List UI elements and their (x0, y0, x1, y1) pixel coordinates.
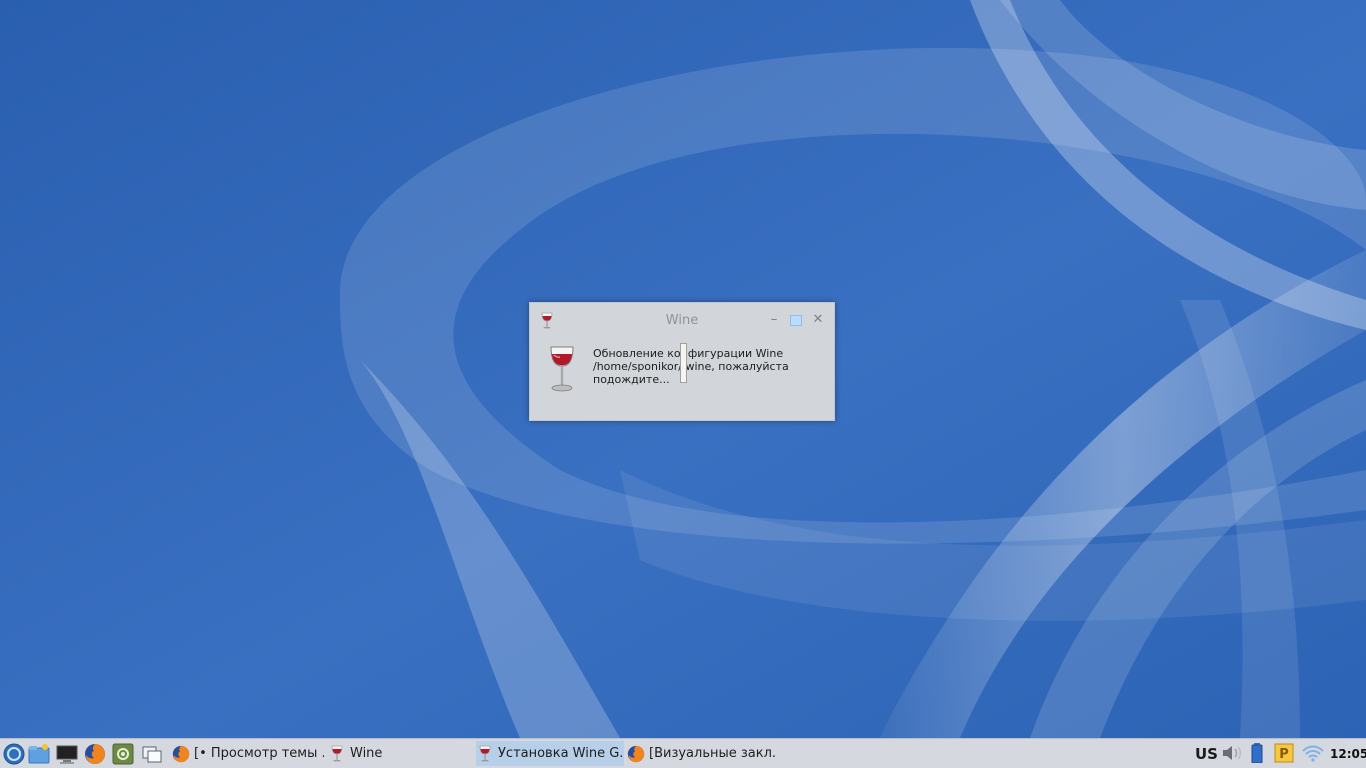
wine-dialog: Wine – ✕ Обновление конфигурации Wine /h… (529, 302, 835, 421)
taskbar: [• Просмотр темы ... Wine Установка Wine… (0, 738, 1366, 768)
firefox-icon (627, 745, 645, 762)
firefox-icon[interactable] (84, 743, 106, 765)
battery-icon[interactable] (1250, 743, 1264, 763)
monitor-icon[interactable] (56, 743, 78, 765)
wifi-icon[interactable] (1301, 743, 1325, 763)
task-label: Установка Wine G... (498, 746, 624, 761)
system-settings-icon[interactable] (112, 743, 134, 765)
task-label: Wine (350, 746, 383, 761)
maximize-button[interactable] (789, 313, 803, 327)
wine-glass-icon (550, 346, 574, 392)
task-firefox-bookmarks[interactable]: [Визуальные закл... (627, 741, 777, 766)
keyboard-layout-indicator[interactable]: US (1195, 745, 1218, 763)
file-manager-icon[interactable] (28, 743, 50, 765)
svg-text:P: P (1279, 747, 1289, 762)
maximize-icon (790, 315, 802, 326)
clipboard-manager-icon[interactable]: P (1274, 743, 1294, 763)
text-cursor (680, 343, 687, 383)
dialog-titlebar[interactable]: Wine – ✕ (530, 303, 834, 337)
firefox-icon (172, 745, 190, 762)
task-label: [• Просмотр темы ... (194, 746, 324, 761)
task-wine[interactable]: Wine (328, 741, 468, 766)
window-switcher-icon[interactable] (141, 743, 163, 765)
wine-glass-icon (331, 745, 343, 761)
task-label: [Визуальные закл... (649, 746, 777, 761)
volume-icon[interactable] (1221, 743, 1243, 763)
dialog-message: Обновление конфигурации Wine /home/sponi… (593, 347, 789, 386)
start-menu-icon[interactable] (3, 743, 25, 765)
minimize-button[interactable]: – (767, 313, 781, 327)
task-wine-install[interactable]: Установка Wine G... (476, 741, 624, 766)
close-button[interactable]: ✕ (811, 313, 825, 327)
task-firefox-theme[interactable]: [• Просмотр темы ... (172, 741, 324, 766)
wine-glass-icon (479, 745, 491, 761)
clock[interactable]: 12:05 (1330, 747, 1366, 761)
